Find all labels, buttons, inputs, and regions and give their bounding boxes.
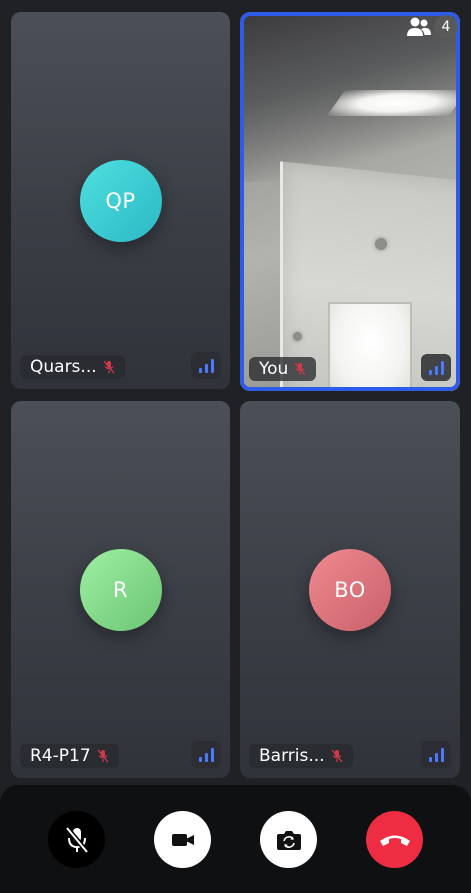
participant-name: You bbox=[259, 359, 289, 379]
video-call-screen: QP Quars... 4 You R R4-P17 BO Barris... bbox=[0, 0, 471, 893]
end-call-button[interactable] bbox=[366, 811, 423, 868]
hang-up-icon bbox=[379, 835, 410, 846]
self-camera-feed bbox=[240, 12, 460, 391]
video-camera-icon bbox=[171, 833, 194, 846]
participant-tile-bo[interactable]: BO Barris... bbox=[240, 401, 460, 778]
avatar: QP bbox=[79, 159, 162, 242]
avatar: R bbox=[79, 548, 162, 631]
participant-name-tag: R4-P17 bbox=[20, 744, 119, 768]
signal-strength-icon bbox=[421, 354, 451, 381]
switch-camera-button[interactable] bbox=[260, 811, 317, 868]
participant-name: Barris... bbox=[259, 746, 325, 766]
participant-name: R4-P17 bbox=[30, 746, 91, 766]
signal-strength-icon bbox=[191, 352, 221, 379]
mic-off-icon bbox=[331, 749, 343, 763]
participant-name-tag: Quars... bbox=[20, 355, 125, 379]
avatar: BO bbox=[309, 548, 391, 631]
signal-strength-icon bbox=[421, 741, 451, 768]
mic-off-icon bbox=[64, 825, 89, 854]
participant-name-tag: You bbox=[249, 357, 317, 381]
call-control-bar bbox=[0, 785, 471, 893]
participant-tile-r[interactable]: R R4-P17 bbox=[11, 401, 230, 778]
mute-toggle-button[interactable] bbox=[48, 811, 105, 868]
people-icon bbox=[407, 17, 431, 36]
signal-strength-icon bbox=[191, 741, 221, 768]
participant-tile-self[interactable]: 4 You bbox=[240, 12, 460, 391]
participant-count: 4 bbox=[434, 15, 458, 39]
participants-badge[interactable]: 4 bbox=[406, 15, 458, 39]
mic-off-icon bbox=[103, 360, 115, 374]
participant-tile-qp[interactable]: QP Quars... bbox=[11, 12, 230, 389]
participant-name: Quars... bbox=[30, 357, 97, 377]
participant-name-tag: Barris... bbox=[249, 744, 353, 768]
mic-off-icon bbox=[294, 362, 306, 376]
video-toggle-button[interactable] bbox=[154, 811, 211, 868]
mic-off-icon bbox=[97, 749, 109, 763]
switch-camera-icon bbox=[276, 830, 301, 850]
